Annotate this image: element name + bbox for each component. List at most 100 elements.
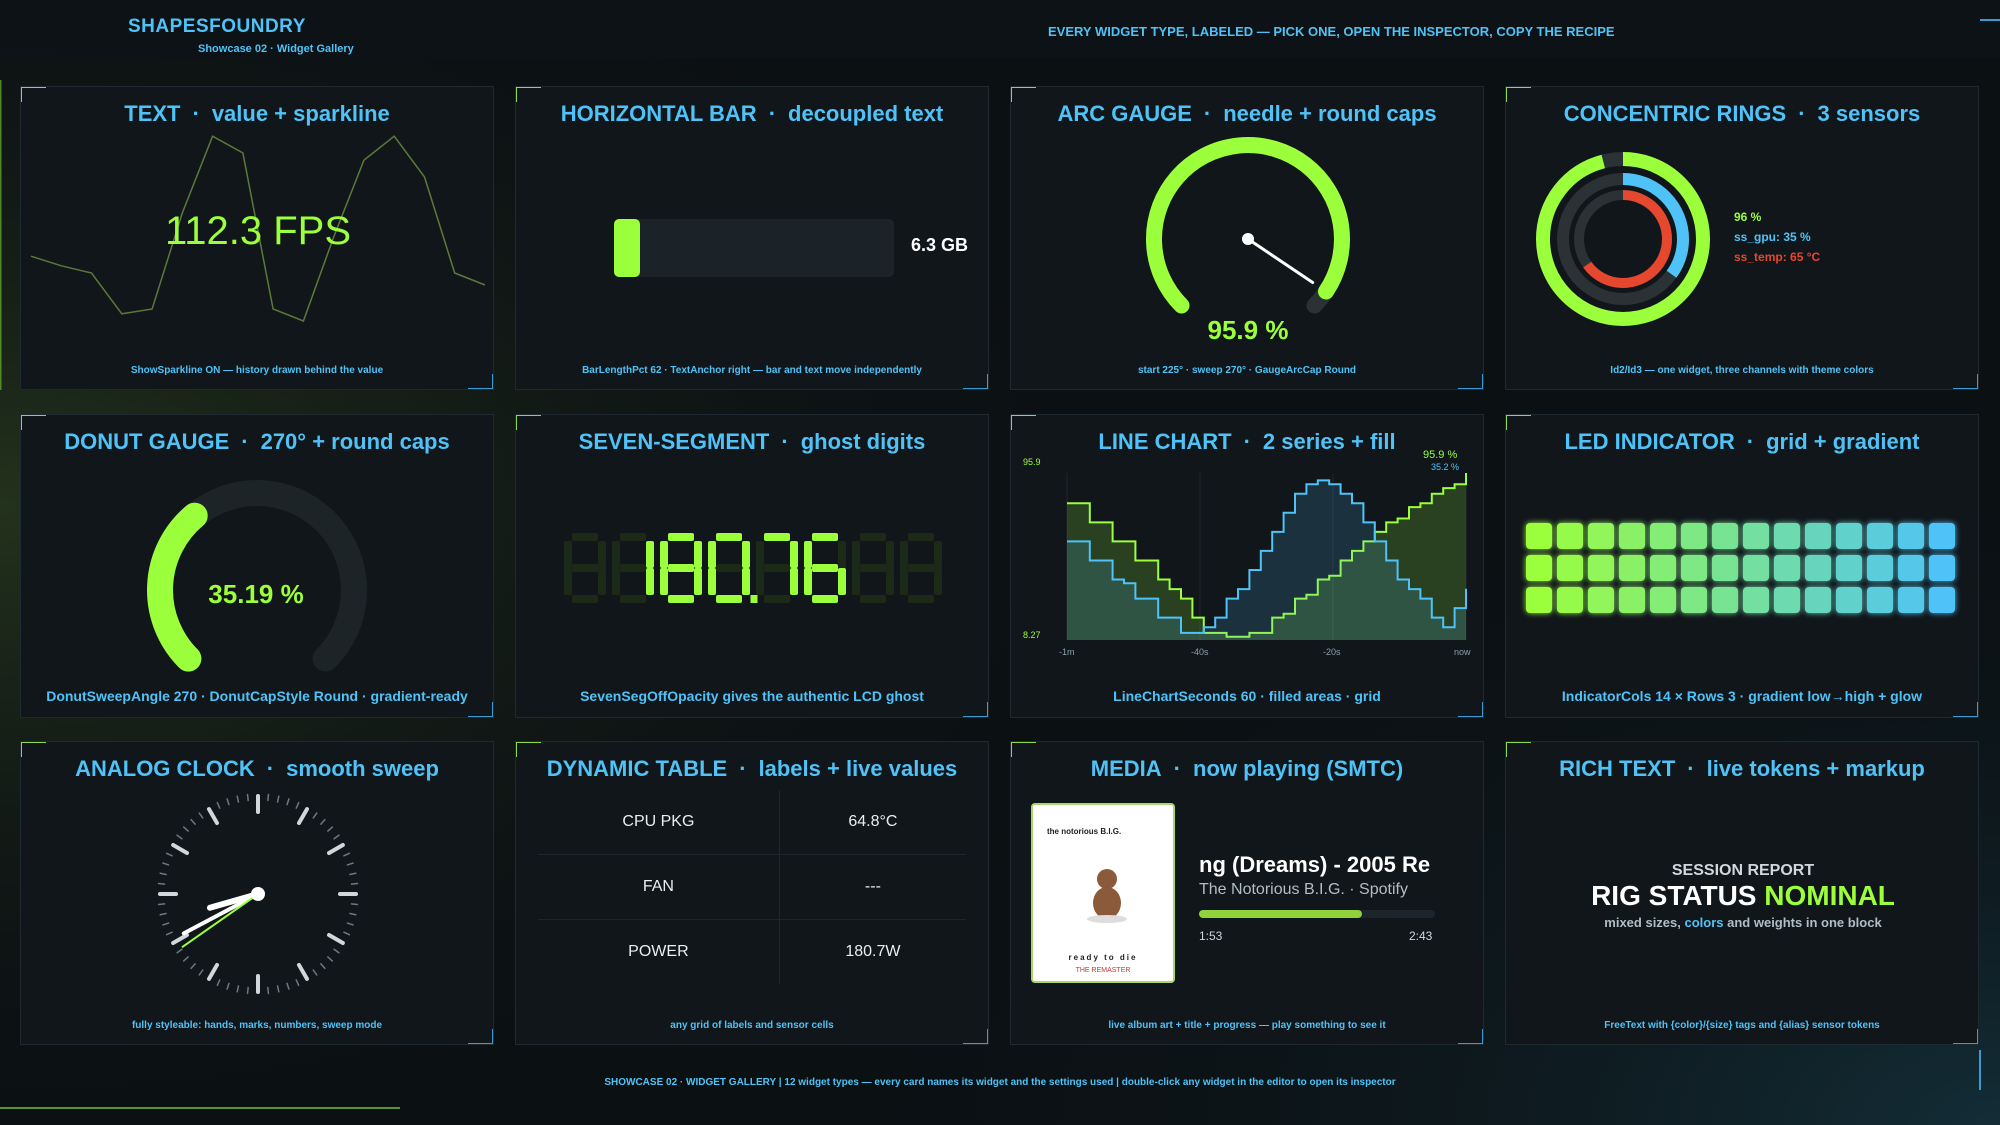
card-dynamic-table[interactable]: DYNAMIC TABLE · labels + live values CPU P… [515, 741, 989, 1045]
header-tagline: EVERY WIDGET TYPE, LABELED — PICK ONE, O… [1048, 24, 1615, 39]
brand-title: SHAPESFOUNDRY [128, 16, 306, 37]
led-cell [1650, 587, 1676, 613]
segment-ghost [612, 568, 620, 595]
card-caption: fully styleable: hands, marks, numbers, … [131, 1020, 383, 1031]
segment-ghost [908, 533, 934, 541]
ring-label-3: ss_temp: 65 °C [1734, 250, 1821, 264]
series-label-2: 35.2 % [1431, 462, 1460, 472]
led-cell [1619, 555, 1645, 581]
card-rich-text[interactable]: RICH TEXT · live tokens + markup SESSION R… [1505, 741, 1979, 1045]
led-cell [1774, 555, 1800, 581]
table-label: POWER [538, 919, 780, 984]
track-title: ng (Dreams) - 2005 Re [1199, 852, 1431, 877]
table-row: FAN --- [538, 854, 966, 920]
segment-ghost [838, 541, 846, 568]
minute-mark [165, 852, 173, 857]
segment-ghost [860, 595, 886, 603]
widget-name: HORIZONTAL BAR [560, 101, 757, 126]
card-caption: DonutSweepAngle 270 · DonutCapStyle Roun… [46, 688, 468, 704]
x-tick-label: -1m [1059, 647, 1075, 657]
led-cell [1712, 555, 1738, 581]
minute-mark [343, 852, 351, 857]
led-cell [1619, 587, 1645, 613]
album-art[interactable]: the notorious B.I.G. ready to die THE RE… [1031, 803, 1175, 983]
segment-ghost [934, 541, 942, 568]
segment-ghost [716, 564, 742, 572]
card-hbar[interactable]: HORIZONTAL BAR · decoupled text 6.3 GB Bar… [515, 86, 989, 390]
corner-accent [516, 87, 541, 102]
segment-lit [742, 541, 750, 568]
track-artist: The Notorious B.I.G. · Spotify [1199, 881, 1408, 898]
table-row: POWER 180.7W [538, 919, 966, 984]
led-cell [1836, 555, 1862, 581]
decimal-point [750, 595, 758, 603]
card-concentric-rings[interactable]: CONCENTRIC RINGS · 3 sensors 96 % ss_gpu: … [1505, 86, 1979, 390]
led-cell [1929, 587, 1955, 613]
segment-ghost [620, 564, 646, 572]
segment-lit [812, 564, 838, 572]
card-led-indicator[interactable]: LED INDICATOR · grid + gradient IndicatorC… [1505, 414, 1979, 718]
card-line-chart[interactable]: LINE CHART · 2 series + fill 95.9 8.27 95.… [1010, 414, 1484, 718]
minute-mark [159, 872, 167, 876]
card-analog-clock[interactable]: ANALOG CLOCK · smooth sweep fully styleabl… [20, 741, 494, 1045]
card-caption: IndicatorCols 14 × Rows 3 · gradient low… [1561, 688, 1923, 704]
led-cell [1898, 587, 1924, 613]
card-title: LED INDICATOR · grid + gradient [1564, 429, 1920, 454]
minute-mark [350, 882, 359, 885]
segment-ghost [620, 595, 646, 603]
minute-mark [182, 826, 189, 832]
segment-ghost [572, 564, 598, 572]
fps-value: 112.3 FPS [164, 209, 352, 253]
hour-mark [297, 963, 309, 981]
card-arc-gauge[interactable]: ARC GAUGE · needle + round caps 95.9 % sta… [1010, 86, 1484, 390]
minute-mark [190, 963, 196, 970]
led-cell [1898, 555, 1924, 581]
y-top-label: 95.9 [1023, 457, 1041, 467]
card-donut-gauge[interactable]: DONUT GAUGE · 270° + round caps 35.19 % Do… [20, 414, 494, 718]
segment-lit [742, 568, 750, 595]
donut-value: 35.19 % [208, 579, 304, 609]
minute-mark [346, 922, 354, 926]
segment-ghost [564, 568, 572, 595]
segment-ghost [852, 541, 860, 568]
hour-mark [171, 933, 189, 945]
minute-mark [312, 812, 318, 819]
card-seven-segment[interactable]: SEVEN-SEGMENT · ghost digits SevenSegOffOp… [515, 414, 989, 718]
segment-ghost [620, 533, 646, 541]
corner-accent [1953, 1029, 1978, 1044]
led-cell [1619, 523, 1645, 549]
card-media[interactable]: MEDIA · now playing (SMTC) the notorious B… [1010, 741, 1484, 1045]
album-artist-text: the notorious B.I.G. [1047, 827, 1122, 836]
widget-subtitle: grid + gradient [1766, 429, 1920, 454]
bar-value: 6.3 GB [911, 235, 969, 255]
minute-mark [276, 795, 280, 803]
segment-ghost [764, 564, 790, 572]
ring-label-2: ss_gpu: 35 % [1734, 230, 1811, 244]
led-cell [1557, 523, 1583, 549]
card-caption: Id2/Id3 — one widget, three channels wit… [1610, 365, 1874, 376]
widget-subtitle: now playing (SMTC) [1193, 756, 1404, 781]
minute-mark [165, 931, 173, 936]
card-caption: start 225° · sweep 270° · GaugeArcCap Ro… [1137, 365, 1357, 376]
card-text[interactable]: TEXT · value + sparkline 112.3 FPS ShowSpa… [20, 86, 494, 390]
segment-lit [716, 533, 742, 541]
sensor-table: CPU PKG 64.8°C FAN --- POWER 180.7W [538, 790, 966, 984]
gauge-needle [1246, 237, 1315, 284]
corner-accent [1011, 742, 1036, 757]
total-time: 2:43 [1409, 929, 1433, 943]
corner-accent [1953, 702, 1978, 717]
hour-mark [297, 807, 309, 825]
minute-mark [159, 912, 167, 916]
segment-lit [694, 568, 702, 595]
album-edition-text: THE REMASTER [1075, 967, 1131, 974]
led-cell [1743, 587, 1769, 613]
minute-mark [182, 956, 189, 962]
bar-track [614, 219, 894, 277]
led-cell [1805, 587, 1831, 613]
led-cell [1805, 523, 1831, 549]
minute-mark [286, 982, 290, 990]
minute-mark [176, 834, 183, 840]
x-tick-label: -20s [1323, 647, 1341, 657]
segment-lit [694, 541, 702, 568]
led-cell [1712, 523, 1738, 549]
